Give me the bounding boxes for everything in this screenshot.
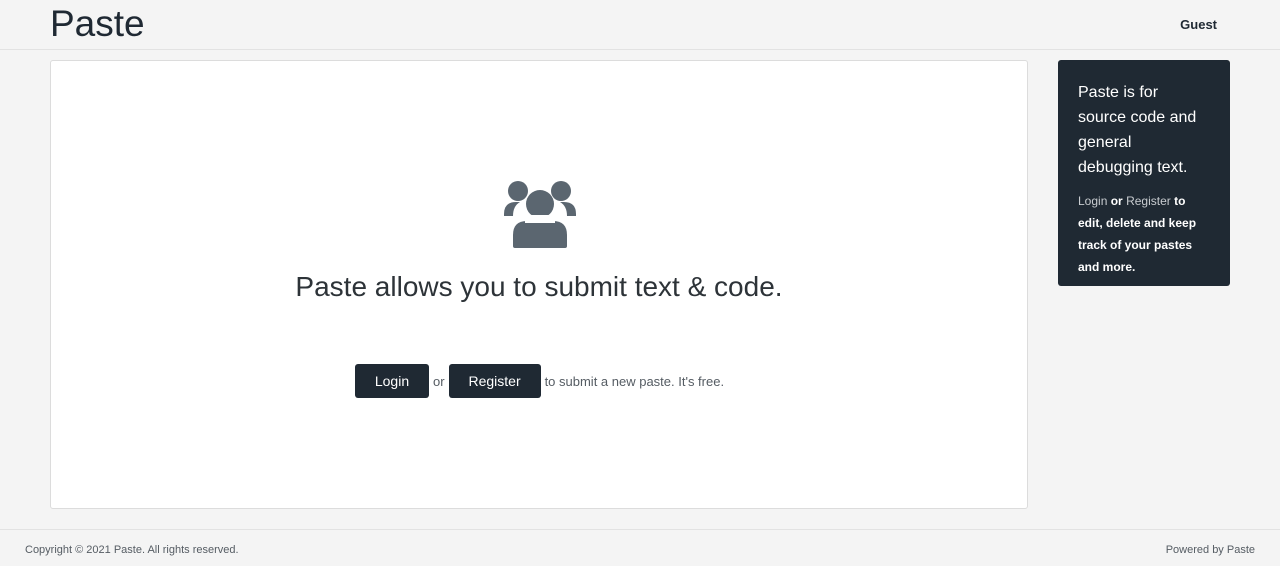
sidebar-body: Login or Register to edit, delete and ke… (1078, 190, 1210, 278)
copyright-text: Copyright © 2021 Paste. All rights reser… (25, 544, 239, 556)
register-button[interactable]: Register (448, 364, 541, 398)
cta-description: to submit a new paste. It's free. (544, 373, 725, 389)
main-card: Paste allows you to submit text & code. … (50, 60, 1028, 509)
top-navbar: Paste Guest (0, 0, 1280, 50)
brand-logo-link[interactable]: Paste (50, 3, 145, 45)
footer: Copyright © 2021 Paste. All rights reser… (0, 529, 1280, 566)
powered-by-text: Powered by Paste (1165, 544, 1255, 556)
cta-row: Login or Register to submit a new paste.… (355, 364, 724, 398)
sidebar-register-link[interactable]: Register (1126, 194, 1171, 208)
or-text: or (433, 373, 445, 389)
user-menu-guest[interactable]: Guest (1180, 17, 1217, 32)
page-headline: Paste allows you to submit text & code. (295, 271, 783, 302)
info-sidebar: Paste is for source code and general deb… (1058, 60, 1230, 286)
sidebar-or-text: or (1110, 194, 1123, 208)
sidebar-heading: Paste is for source code and general deb… (1078, 84, 1197, 176)
users-icon (504, 181, 576, 248)
login-button[interactable]: Login (355, 364, 429, 398)
sidebar-login-link[interactable]: Login (1078, 194, 1107, 208)
